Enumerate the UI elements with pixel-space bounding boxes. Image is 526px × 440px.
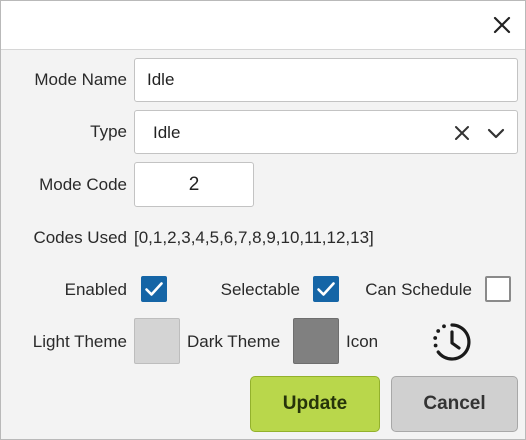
type-label: Type <box>90 122 127 141</box>
can-schedule-checkbox[interactable] <box>485 276 511 302</box>
can-schedule-label: Can Schedule <box>365 280 472 299</box>
light-theme-swatch[interactable] <box>134 318 180 364</box>
codes-used-label: Codes Used <box>33 228 127 247</box>
icon-label: Icon <box>346 332 379 351</box>
mode-name-input[interactable] <box>134 58 518 102</box>
mode-code-input[interactable] <box>134 162 254 207</box>
dark-theme-swatch[interactable] <box>293 318 339 364</box>
selectable-label: Selectable <box>220 280 300 299</box>
edit-mode-dialog: Mode Name Type Idle Mode Code Codes Used… <box>0 0 526 440</box>
dark-theme-label: Dark Theme <box>187 332 281 351</box>
close-icon[interactable] <box>491 14 513 36</box>
mode-name-label: Mode Name <box>34 70 127 89</box>
dialog-titlebar <box>1 1 525 50</box>
codes-used-value: [0,1,2,3,4,5,6,7,8,9,10,11,12,13] <box>134 228 374 247</box>
mode-code-label: Mode Code <box>39 175 127 194</box>
enabled-checkbox[interactable] <box>141 276 167 302</box>
update-button[interactable]: Update <box>250 376 380 432</box>
type-select[interactable]: Idle <box>134 110 518 154</box>
cancel-button[interactable]: Cancel <box>391 376 518 432</box>
clock-history-icon[interactable] <box>431 321 473 363</box>
enabled-label: Enabled <box>64 280 127 299</box>
selectable-checkbox[interactable] <box>313 276 339 302</box>
checkmark-icon <box>317 282 335 296</box>
light-theme-label: Light Theme <box>32 332 127 351</box>
type-select-value: Idle <box>153 123 181 142</box>
clear-icon[interactable] <box>452 123 472 143</box>
checkmark-icon <box>145 282 163 296</box>
chevron-down-icon[interactable] <box>486 123 506 143</box>
